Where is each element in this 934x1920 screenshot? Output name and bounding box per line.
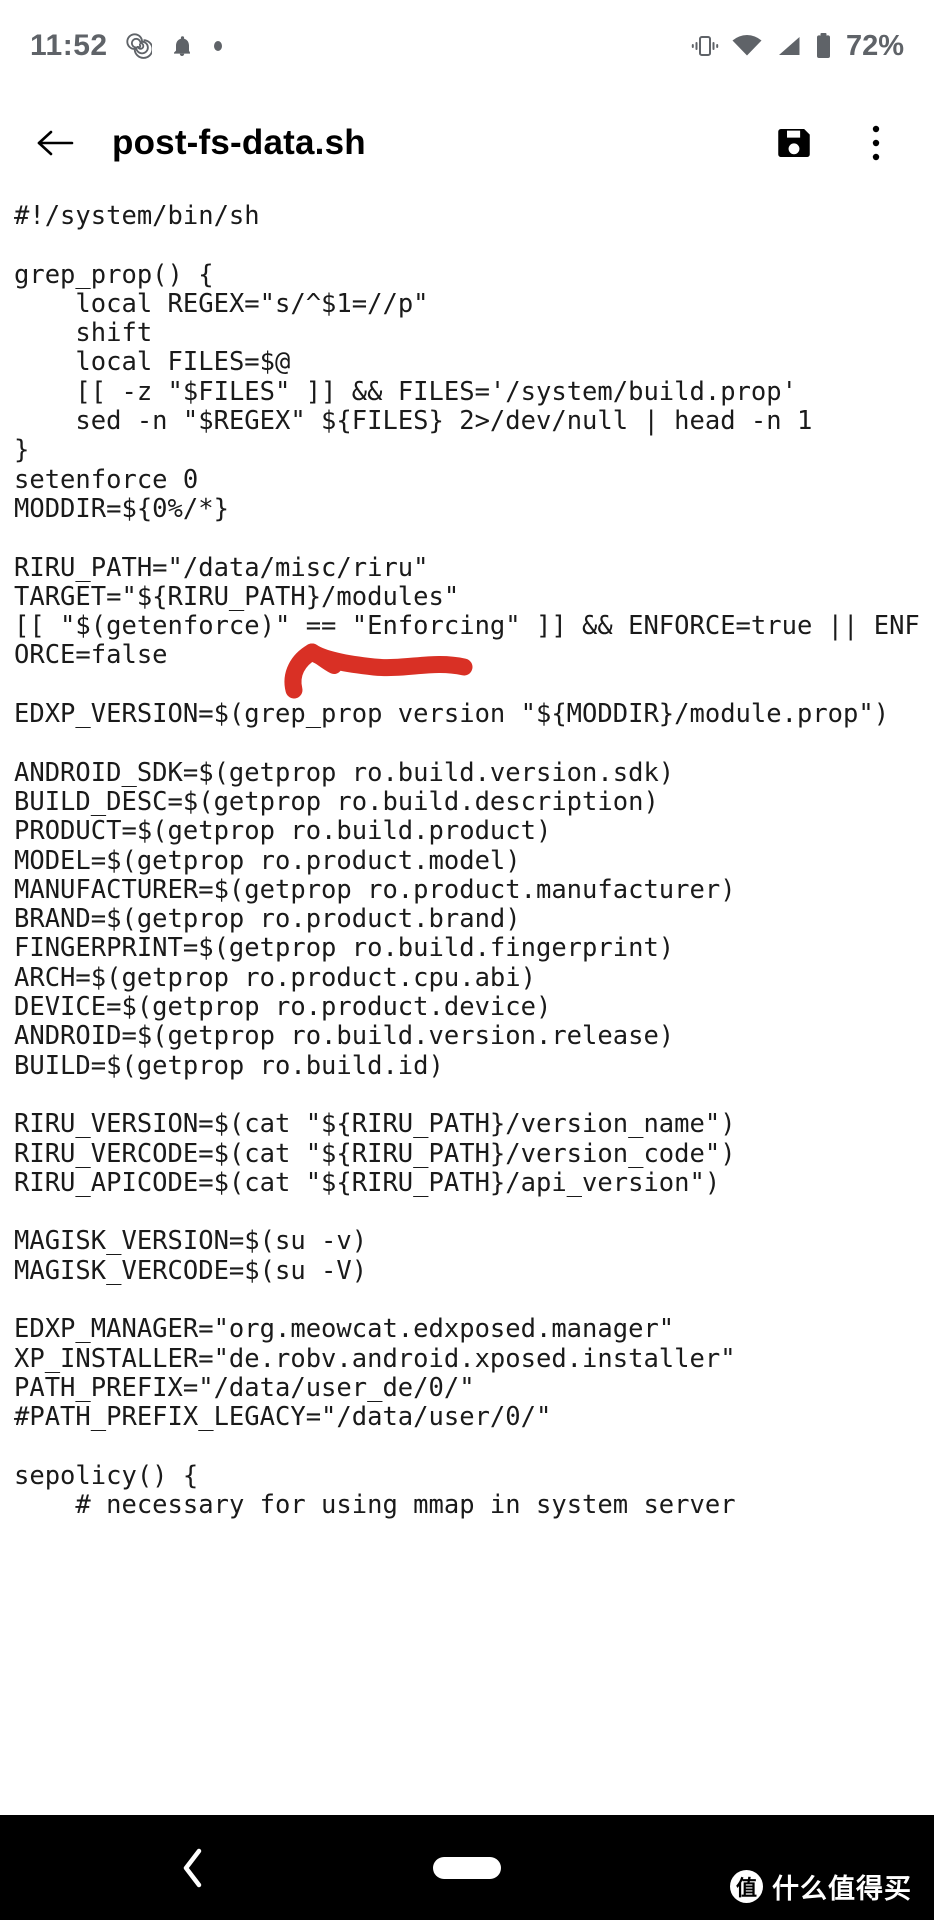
status-clock: 11:52 xyxy=(30,29,108,62)
overflow-menu-button[interactable] xyxy=(848,115,904,171)
nav-back-button[interactable] xyxy=(168,1843,218,1893)
bell-icon xyxy=(170,33,194,59)
status-bar-right: 72% xyxy=(691,30,904,63)
nav-home-button[interactable] xyxy=(433,1856,501,1879)
code-editor[interactable]: #!/system/bin/sh grep_prop() { local REG… xyxy=(0,194,934,1815)
back-button[interactable] xyxy=(24,112,86,174)
watermark: 值 什么值得买 xyxy=(730,1867,912,1906)
battery-icon xyxy=(815,32,832,60)
spiral-icon xyxy=(125,33,152,59)
system-navigation-bar: 值 什么值得买 xyxy=(0,1815,934,1920)
code-text[interactable]: #!/system/bin/sh grep_prop() { local REG… xyxy=(14,194,934,1520)
vibrate-icon xyxy=(691,33,719,59)
watermark-text: 什么值得买 xyxy=(772,1874,912,1905)
status-bar-left: 11:52 xyxy=(30,29,224,63)
dot-icon xyxy=(212,39,224,53)
phone-screen: 11:52 72% post-fs-data.sh #!/system/bin/… xyxy=(0,0,934,1920)
app-bar: post-fs-data.sh xyxy=(0,92,934,194)
wifi-icon xyxy=(731,33,763,59)
signal-icon xyxy=(775,33,803,59)
watermark-logo: 值 xyxy=(730,1870,763,1903)
app-bar-actions xyxy=(766,115,910,171)
status-bar: 11:52 72% xyxy=(0,0,934,92)
page-title: post-fs-data.sh xyxy=(112,123,366,162)
save-button[interactable] xyxy=(766,115,822,171)
battery-percent-label: 72% xyxy=(845,29,904,62)
